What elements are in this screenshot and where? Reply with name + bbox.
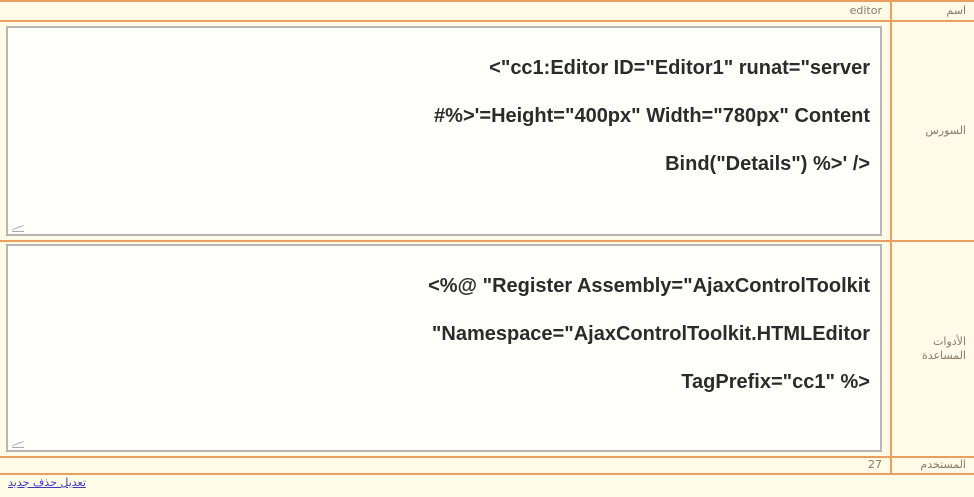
user-value: 27 (868, 458, 882, 471)
user-value-cell: 27 (0, 456, 888, 474)
source-code: cc1:Editor ID="Editor1" runat="server"> … (110, 32, 870, 200)
tools-code-line: Namespace="AjaxControlToolkit.HTMLEditor… (431, 323, 870, 345)
tools-textarea[interactable]: Register Assembly="AjaxControlToolkit" @… (6, 244, 882, 452)
source-value-cell: cc1:Editor ID="Editor1" runat="server"> … (0, 22, 888, 240)
source-row: السورس cc1:Editor ID="Editor1" runat="se… (0, 22, 974, 240)
name-row: اسم editor (0, 2, 974, 20)
tools-code-line: <% "TagPrefix="cc1 (681, 371, 870, 393)
resize-grip-icon[interactable] (12, 223, 24, 232)
name-value: editor (849, 4, 882, 17)
name-value-cell: editor (0, 2, 888, 20)
tools-value-cell: Register Assembly="AjaxControlToolkit" @… (0, 242, 888, 456)
source-code-line: Height="400px" Width="780px" Content='<%… (434, 105, 870, 127)
tools-label: الأدوات المساعدة (890, 242, 974, 456)
tools-row: الأدوات المساعدة Register Assembly="Ajax… (0, 242, 974, 456)
tools-code-line: Register Assembly="AjaxControlToolkit" @… (428, 275, 870, 297)
user-label: المستخدم (890, 456, 974, 474)
source-textarea[interactable]: cc1:Editor ID="Editor1" runat="server"> … (6, 26, 882, 236)
user-row: المستخدم 27 (0, 456, 974, 474)
source-code-line: </ '<% ("Bind("Details (665, 153, 870, 175)
tools-code: Register Assembly="AjaxControlToolkit" @… (110, 250, 870, 418)
name-label: اسم (890, 2, 974, 20)
source-code-line: cc1:Editor ID="Editor1" runat="server"> (489, 57, 870, 79)
resize-grip-icon[interactable] (12, 439, 24, 448)
source-label: السورس (890, 22, 974, 240)
row-divider (0, 473, 974, 475)
edit-delete-new-links[interactable]: تعديل حذف جديد (8, 476, 86, 489)
record-details-table: اسم editor السورس cc1:Editor ID="Editor1… (0, 0, 974, 460)
